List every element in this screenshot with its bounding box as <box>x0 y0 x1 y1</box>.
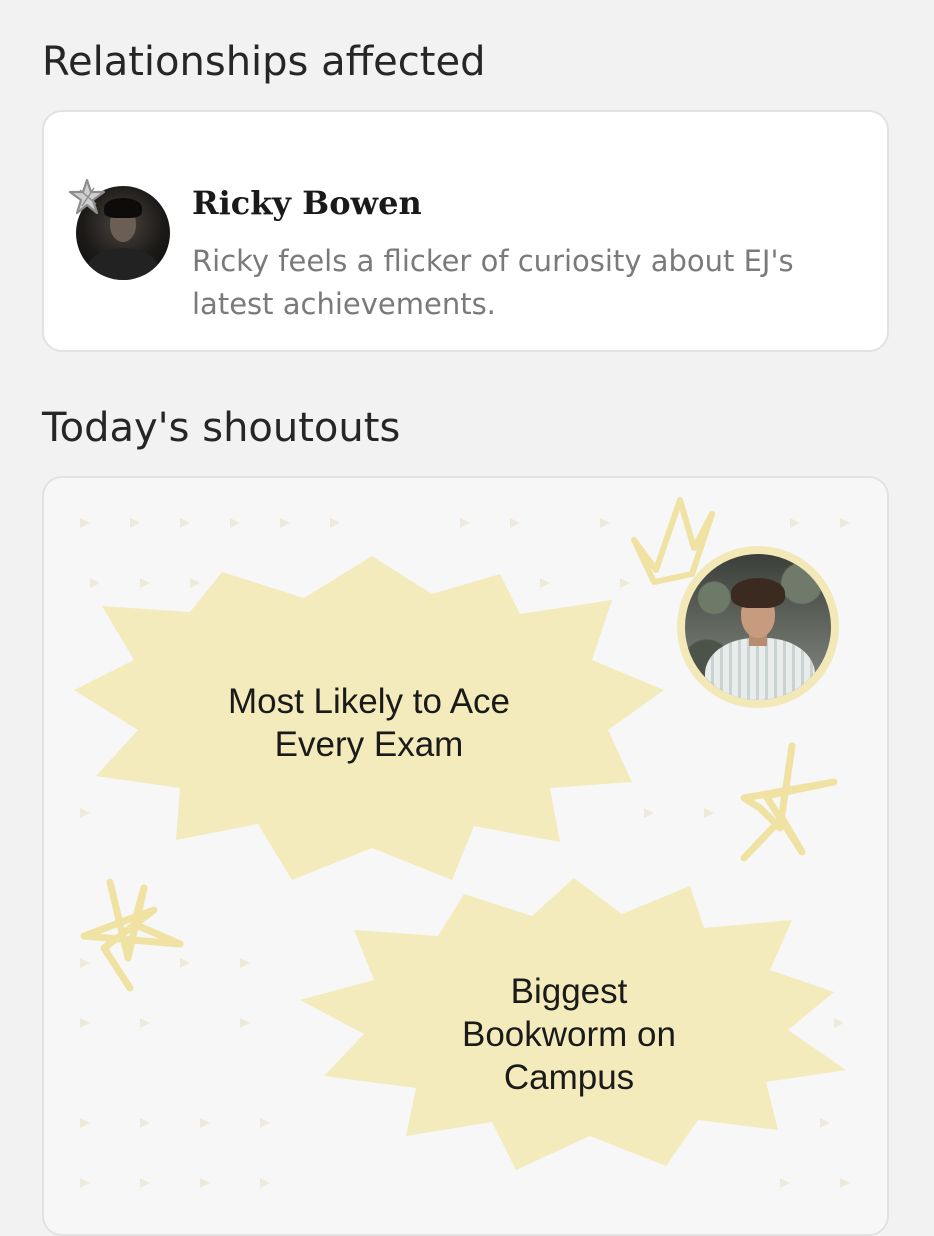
shoutouts-title: Today's shoutouts <box>42 405 401 451</box>
relationship-name: Ricky Bowen <box>192 184 422 222</box>
relationship-card[interactable]: Ricky Bowen Ricky feels a flicker of cur… <box>42 110 889 352</box>
star-icon <box>740 742 838 862</box>
shoutout-avatar[interactable] <box>677 546 839 708</box>
relationships-title: Relationships affected <box>42 39 486 85</box>
relationship-description: Ricky feels a flicker of curiosity about… <box>192 244 794 321</box>
star-icon <box>80 878 184 992</box>
shoutout-label-2: Biggest Bookworm on Campus <box>462 972 676 1097</box>
shoutouts-card: Most Likely to Ace Every Exam Biggest Bo… <box>42 476 889 1236</box>
star-icon <box>68 178 106 215</box>
shoutout-label-1: Most Likely to Ace Every Exam <box>227 682 511 764</box>
